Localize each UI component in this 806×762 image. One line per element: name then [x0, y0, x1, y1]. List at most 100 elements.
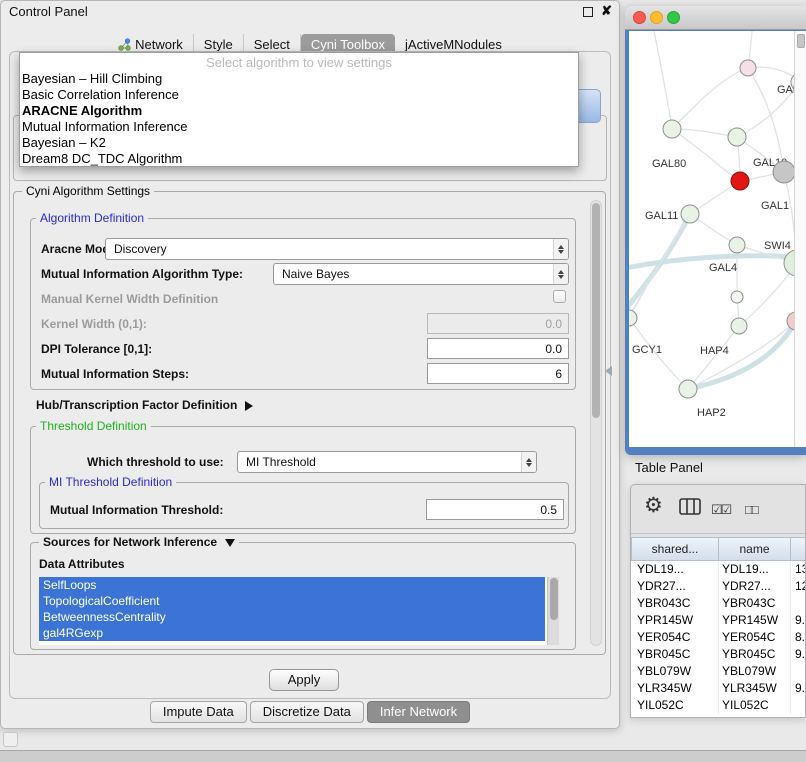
network-node[interactable]	[740, 60, 756, 76]
mi-steps-input[interactable]	[427, 363, 569, 384]
table-row[interactable]: YPR145WYPR145W9.	[631, 612, 805, 629]
table-cell: 8.	[791, 629, 805, 646]
stepper-arrows-icon	[553, 239, 568, 259]
table-row[interactable]: YBL079WYBL079W	[631, 663, 805, 680]
window-grip-icon[interactable]	[3, 732, 18, 747]
network-node[interactable]	[681, 205, 699, 223]
settings-group-title: Cyni Algorithm Settings	[22, 184, 154, 199]
attributes-scrollbar[interactable]	[547, 577, 559, 645]
attribute-item[interactable]: TopologicalCoefficient	[39, 593, 545, 609]
collapsed-arrow-icon[interactable]	[245, 401, 253, 411]
table-row[interactable]: YBR043CYBR043C	[631, 595, 805, 612]
settings-scrollbar[interactable]	[590, 200, 602, 646]
bottom-tab-infer-network[interactable]: Infer Network	[367, 701, 470, 723]
network-canvas[interactable]: GALGAL80GAL10GAL1GAL11SWI4GAL4GCY1HAP4YH…	[629, 31, 806, 447]
table-row[interactable]: YBR045CYBR045C9.	[631, 646, 805, 663]
algorithm-option[interactable]: Bayesian – K2	[20, 135, 578, 151]
network-node[interactable]	[629, 310, 637, 326]
mi-threshold-input[interactable]	[426, 499, 564, 520]
control-panel-title: Control Panel	[9, 4, 88, 19]
table-row[interactable]: YLR345WYLR345W9.	[631, 680, 805, 697]
threshold-definition-title: Threshold Definition	[36, 419, 151, 434]
tab-label: Select	[254, 37, 290, 52]
network-node[interactable]	[731, 172, 749, 190]
network-node[interactable]	[729, 237, 745, 253]
network-scrollbar[interactable]	[794, 31, 806, 447]
algorithm-option[interactable]: Mutual Information Inference	[20, 119, 578, 135]
attribute-item[interactable]: gal4RGexp	[39, 625, 545, 641]
network-node[interactable]	[663, 120, 681, 138]
network-node-label: GCY1	[632, 344, 662, 356]
table-cell: YBL079W	[719, 663, 791, 680]
tab-label: Style	[204, 37, 233, 52]
algorithm-option[interactable]: Dream8 DC_TDC Algorithm	[20, 151, 578, 167]
network-node[interactable]	[728, 128, 746, 146]
deselect-all-icon[interactable]: □□	[745, 503, 757, 516]
table-row[interactable]: YER054CYER054C8.	[631, 629, 805, 646]
table-row[interactable]: YIL052CYIL052C	[631, 697, 805, 714]
hub-definition-toggle[interactable]: Hub/Transcription Factor Definition	[36, 398, 253, 412]
column-header[interactable]: shared...	[631, 537, 719, 561]
splitter-collapse-icon[interactable]	[605, 366, 612, 376]
column-header[interactable]: name	[719, 537, 791, 561]
bottom-status-bar	[0, 750, 806, 762]
network-node-label: SWI4	[764, 240, 791, 252]
manual-kernel-label: Manual Kernel Width Definition	[41, 292, 218, 306]
table-cell: YDL19...	[631, 561, 719, 578]
float-window-icon[interactable]	[583, 7, 593, 17]
table-panel-toolbar: ⚙ ☑☑ □□	[631, 485, 805, 534]
attribute-item[interactable]: SelfLoops	[39, 577, 545, 593]
data-attributes-label: Data Attributes	[39, 557, 125, 571]
table-cell: YER054C	[631, 629, 719, 646]
gear-icon[interactable]: ⚙	[644, 495, 663, 516]
sources-group-toggle[interactable]: Sources for Network Inference	[39, 535, 239, 550]
tab-label: Cyni Toolbox	[311, 37, 385, 52]
close-traffic-light-icon[interactable]	[633, 11, 646, 24]
network-scrollbar-thumb[interactable]	[797, 34, 805, 48]
select-all-icon[interactable]: ☑☑	[711, 503, 730, 516]
bottom-tab-discretize-data[interactable]: Discretize Data	[250, 701, 364, 723]
cyni-algorithm-settings-group: Cyni Algorithm Settings Algorithm Defini…	[13, 191, 606, 655]
column-header[interactable]	[791, 537, 806, 561]
network-window-titlebar[interactable]	[625, 6, 806, 30]
algorithm-popup-list: Bayesian – Hill ClimbingBasic Correlatio…	[20, 71, 578, 167]
mi-threshold-group: MI Threshold Definition Mutual Informati…	[39, 482, 569, 529]
network-node[interactable]	[731, 291, 743, 303]
table-row[interactable]: YDR27...YDR27...12	[631, 578, 805, 595]
attribute-item[interactable]: BetweennessCentrality	[39, 609, 545, 625]
mi-type-select[interactable]: Naive Bayes	[273, 263, 569, 285]
close-window-icon[interactable]: ✘	[601, 3, 612, 19]
table-cell: 12	[791, 578, 805, 595]
dpi-tolerance-input[interactable]	[427, 338, 569, 359]
table-cell: YBR043C	[631, 595, 719, 612]
network-node[interactable]	[773, 161, 795, 183]
expanded-arrow-icon[interactable]	[225, 539, 235, 547]
attributes-scrollbar-thumb[interactable]	[550, 578, 558, 620]
network-node[interactable]	[679, 380, 697, 398]
which-threshold-select[interactable]: MI Threshold	[237, 451, 537, 473]
algorithm-option[interactable]: Basic Correlation Inference	[20, 87, 578, 103]
algorithm-option[interactable]: Bayesian – Hill Climbing	[20, 71, 578, 87]
algorithm-definition-title: Algorithm Definition	[36, 211, 148, 226]
table-cell: YDL19...	[719, 561, 791, 578]
algorithm-option[interactable]: ARACNE Algorithm	[20, 103, 578, 119]
settings-scrollbar-thumb[interactable]	[592, 203, 600, 418]
apply-button[interactable]: Apply	[269, 669, 339, 691]
network-view-window: GALGAL80GAL10GAL1GAL11SWI4GAL4GCY1HAP4YH…	[625, 6, 806, 455]
network-node-label: HAP2	[697, 407, 726, 419]
manual-kernel-checkbox[interactable]	[553, 290, 566, 303]
table-cell: YER054C	[719, 629, 791, 646]
kernel-width-label: Kernel Width (0,1):	[41, 317, 147, 331]
table-row[interactable]: YDL19...YDL19...13	[631, 561, 805, 578]
table-header-row: shared...name	[631, 537, 805, 561]
network-node-label: GAL1	[761, 200, 789, 212]
columns-icon[interactable]	[679, 498, 701, 519]
data-attributes-list: SelfLoopsTopologicalCoefficientBetweenne…	[39, 577, 559, 645]
minimize-traffic-light-icon[interactable]	[650, 11, 663, 24]
aracne-mode-select[interactable]: Discovery	[105, 238, 569, 260]
bottom-tab-impute-data[interactable]: Impute Data	[150, 701, 247, 723]
table-panel-window: ⚙ ☑☑ □□ shared...name YDL19...YDL19...13…	[630, 484, 806, 718]
network-node[interactable]	[731, 318, 747, 334]
table-body: YDL19...YDL19...13YDR27...YDR27...12YBR0…	[631, 561, 805, 717]
zoom-traffic-light-icon[interactable]	[667, 11, 680, 24]
